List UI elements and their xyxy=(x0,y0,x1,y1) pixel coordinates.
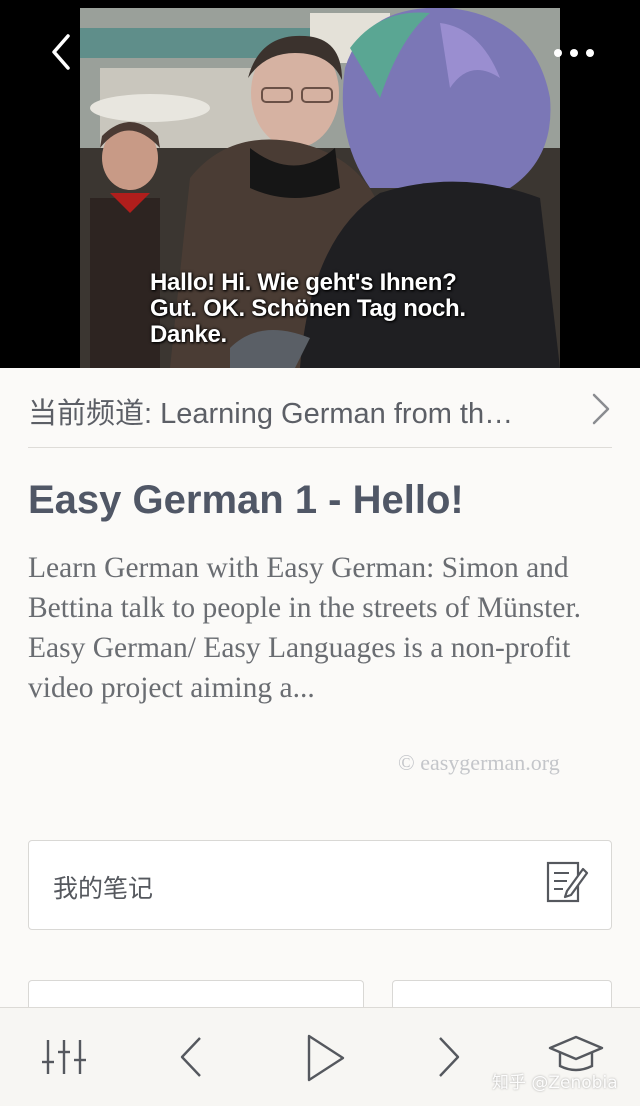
my-notes-card[interactable]: 我的笔记 xyxy=(28,840,612,930)
current-channel-row[interactable]: 当前频道: Learning German from th… xyxy=(28,370,612,448)
previous-button[interactable] xyxy=(176,1034,208,1084)
back-button[interactable] xyxy=(44,30,84,74)
settings-button[interactable] xyxy=(40,1036,88,1082)
play-button[interactable] xyxy=(304,1032,348,1088)
play-icon xyxy=(307,1034,345,1082)
video-frame[interactable]: Hallo! Hi. Wie geht's Ihnen? Gut. OK. Sc… xyxy=(80,8,560,368)
episode-description: Learn German with Easy German: Simon and… xyxy=(28,552,582,704)
chevron-right-icon xyxy=(592,393,610,425)
next-icon xyxy=(439,1037,460,1077)
current-channel-label: 当前频道: Learning German from th… xyxy=(28,398,514,430)
equalizer-icon xyxy=(42,1040,86,1074)
next-button[interactable] xyxy=(432,1034,464,1084)
video-subtitle: Hallo! Hi. Wie geht's Ihnen? Gut. OK. Sc… xyxy=(150,269,466,348)
previous-icon xyxy=(180,1037,201,1077)
my-notes-label: 我的笔记 xyxy=(53,874,154,903)
edit-note-icon xyxy=(546,861,589,903)
more-options-button[interactable] xyxy=(548,38,600,68)
source-credit: © easygerman.org xyxy=(398,750,560,775)
chevron-left-icon xyxy=(52,34,70,70)
episode-title: Easy German 1 - Hello! xyxy=(28,478,464,522)
video-player[interactable]: Hallo! Hi. Wie geht's Ihnen? Gut. OK. Sc… xyxy=(0,0,640,368)
more-dots-icon xyxy=(554,49,594,57)
watermark: 知乎 @Zenobia xyxy=(492,1073,618,1093)
